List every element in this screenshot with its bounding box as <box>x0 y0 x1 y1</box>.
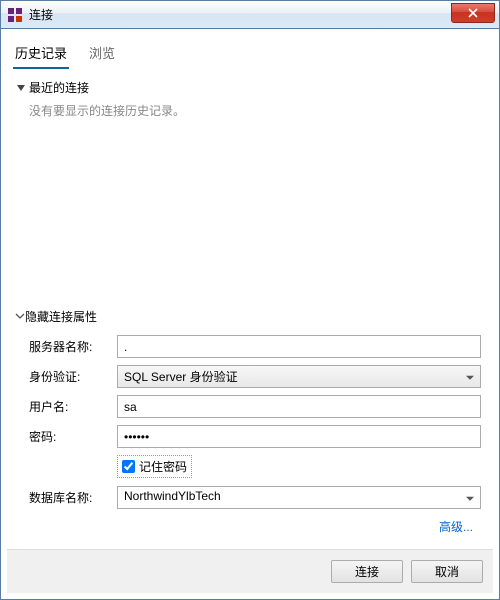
row-database: 数据库名称: NorthwindYlbTech <box>19 486 481 509</box>
server-label: 服务器名称: <box>19 338 117 355</box>
user-label: 用户名: <box>19 398 117 415</box>
row-auth: 身份验证: SQL Server 身份验证 <box>19 365 481 388</box>
tab-content: 最近的连接 没有要显示的连接历史记录。 隐藏连接属性 服务器名称: 身 <box>7 69 493 549</box>
advanced-row: 高级... <box>19 516 481 541</box>
database-select[interactable]: NorthwindYlbTech <box>117 486 481 509</box>
dialog-window: 连接 历史记录 浏览 最近的连接 没有要显示的连接历史记录。 隐藏连接属 <box>0 0 500 600</box>
remember-password-row[interactable]: 记住密码 <box>117 455 192 478</box>
password-label: 密码: <box>19 428 117 445</box>
password-input[interactable] <box>117 425 481 448</box>
dialog-footer: 连接 取消 <box>7 549 493 593</box>
recent-connections-header[interactable]: 最近的连接 <box>15 79 485 96</box>
close-button[interactable] <box>451 3 495 23</box>
advanced-link[interactable]: 高级... <box>439 520 473 534</box>
connection-props-label: 隐藏连接属性 <box>25 308 97 325</box>
titlebar[interactable]: 连接 <box>1 1 499 29</box>
tab-browse[interactable]: 浏览 <box>87 39 117 68</box>
database-select-wrap: NorthwindYlbTech <box>117 486 481 509</box>
row-server: 服务器名称: <box>19 335 481 358</box>
tab-history[interactable]: 历史记录 <box>13 39 69 68</box>
auth-select[interactable]: SQL Server 身份验证 <box>117 365 481 388</box>
auth-select-wrap: SQL Server 身份验证 <box>117 365 481 388</box>
window-title: 连接 <box>29 6 53 23</box>
spacer <box>15 119 485 302</box>
server-input[interactable] <box>117 335 481 358</box>
auth-label: 身份验证: <box>19 368 117 385</box>
connection-form: 服务器名称: 身份验证: SQL Server 身份验证 用户名: <box>15 335 485 541</box>
row-password: 密码: <box>19 425 481 448</box>
recent-empty-message: 没有要显示的连接历史记录。 <box>15 100 485 119</box>
recent-connections-label: 最近的连接 <box>29 79 89 96</box>
tab-bar: 历史记录 浏览 <box>7 35 493 69</box>
row-user: 用户名: <box>19 395 481 418</box>
dialog-body: 历史记录 浏览 最近的连接 没有要显示的连接历史记录。 隐藏连接属性 服务 <box>1 29 499 599</box>
chevron-down-icon <box>15 310 25 324</box>
app-icon <box>7 7 23 23</box>
caret-down-icon <box>15 84 27 92</box>
database-label: 数据库名称: <box>19 489 117 506</box>
remember-password-label: 记住密码 <box>139 458 187 475</box>
remember-password-checkbox[interactable] <box>122 460 135 473</box>
user-input[interactable] <box>117 395 481 418</box>
connection-props-header[interactable]: 隐藏连接属性 <box>15 308 485 325</box>
connect-button[interactable]: 连接 <box>331 560 403 583</box>
close-icon <box>468 8 478 18</box>
cancel-button[interactable]: 取消 <box>411 560 483 583</box>
